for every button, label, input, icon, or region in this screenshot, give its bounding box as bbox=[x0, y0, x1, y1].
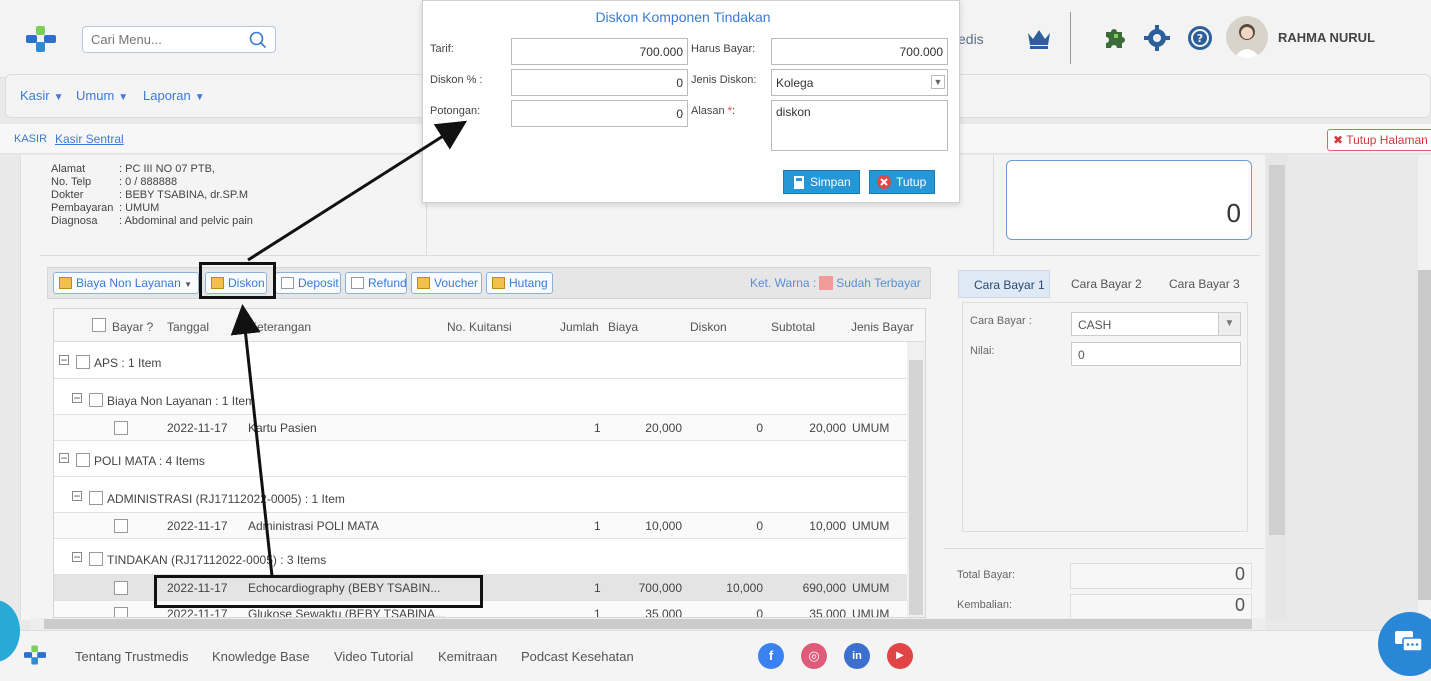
annotation-arrows bbox=[230, 120, 468, 577]
